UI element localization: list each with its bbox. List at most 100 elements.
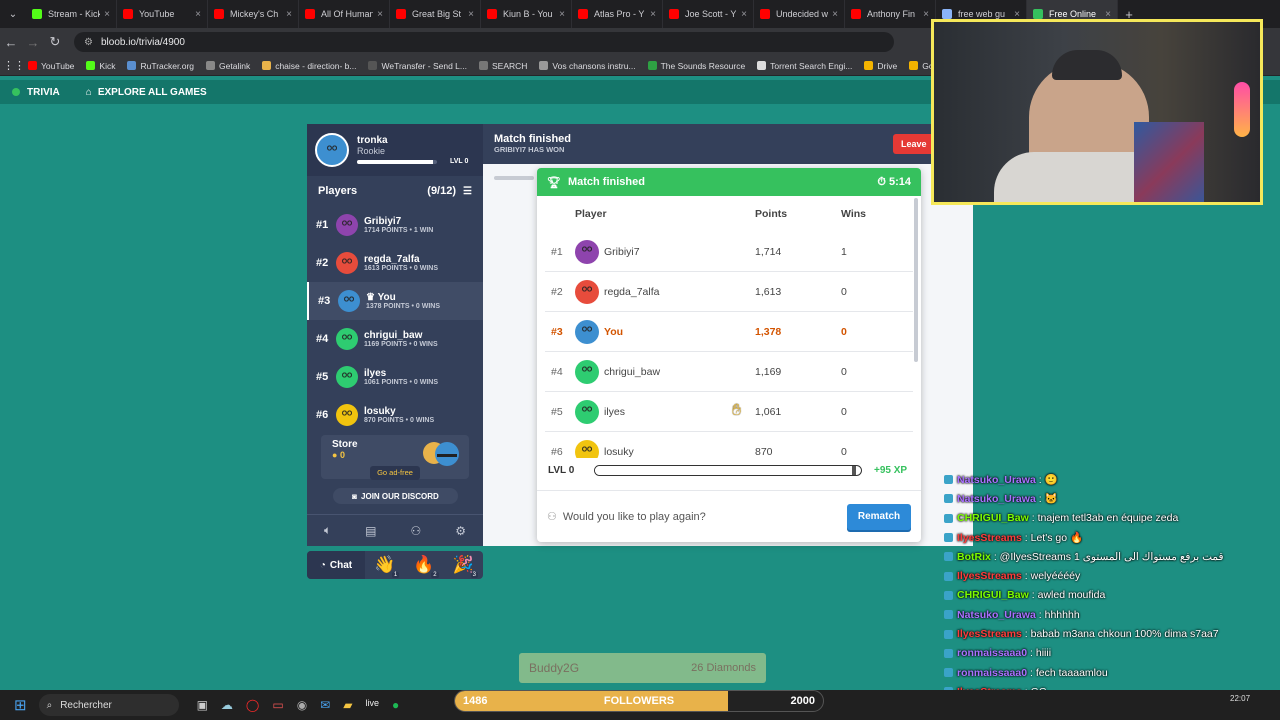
player-row[interactable]: #3 ᴼᴼ ♛ You 1378 POINTS • 0 WINS xyxy=(307,282,483,320)
player-row[interactable]: #1 ᴼᴼ Gribiyi7 1714 POINTS • 1 WIN xyxy=(307,206,483,244)
taskbar-search[interactable]: ⌕ Rechercher xyxy=(38,694,179,716)
tab-close-icon[interactable]: × xyxy=(1014,9,1020,20)
tab-close-icon[interactable]: × xyxy=(923,9,929,20)
table-row[interactable]: #6 ᴼᴼ losuky 870 0 xyxy=(545,432,913,458)
chat-username[interactable]: IlyesStreams xyxy=(957,532,1022,544)
rematch-button[interactable]: Rematch xyxy=(847,503,911,530)
tab-close-icon[interactable]: × xyxy=(195,9,201,20)
tab-7[interactable]: Joe Scott - Y × xyxy=(663,0,754,28)
users-icon[interactable]: ⚇ xyxy=(410,524,421,538)
chat-username[interactable]: Natsuko_Urawa xyxy=(957,609,1036,621)
tab-1[interactable]: YouTube × xyxy=(117,0,208,28)
chat-username[interactable]: Natsuko_Urawa xyxy=(957,493,1036,505)
tab-list-icon[interactable]: ⌄ xyxy=(0,9,26,20)
bookmark-8[interactable]: The Sounds Resource xyxy=(647,61,745,71)
chat-username[interactable]: IlyesStreams xyxy=(957,570,1022,582)
bookmark-2[interactable]: RuTracker.org xyxy=(127,61,194,71)
filter-icon[interactable]: ☰ xyxy=(463,186,472,197)
player-row[interactable]: #5 ᴼᴼ ilyes 1061 POINTS • 0 WINS xyxy=(307,358,483,396)
forward-icon[interactable]: → xyxy=(22,35,44,50)
tab-close-icon[interactable]: × xyxy=(559,9,565,20)
chat-username[interactable]: ronmaissaaa0 xyxy=(957,667,1027,679)
player-row[interactable]: #6 ᴼᴼ losuky 870 POINTS • 0 WINS xyxy=(307,396,483,434)
tab-close-icon[interactable]: × xyxy=(832,9,838,20)
tab-close-icon[interactable]: × xyxy=(741,9,747,20)
tab-close-icon[interactable]: × xyxy=(650,9,656,20)
address-bar[interactable]: ⚙ bloob.io/trivia/4900 xyxy=(74,32,894,52)
back-icon[interactable]: ← xyxy=(0,35,22,50)
discord-taskbar-icon[interactable]: ◉ xyxy=(297,698,307,712)
spotify-icon[interactable]: ● xyxy=(392,698,399,712)
table-row[interactable]: #1 ᴼᴼ Gribiyi7 1,714 1 xyxy=(545,232,913,272)
windows-start-icon[interactable]: ⊞ xyxy=(14,696,27,714)
tab-close-icon[interactable]: × xyxy=(104,9,110,20)
book-icon[interactable]: ▤ xyxy=(365,524,376,538)
folder-icon[interactable]: ▰ xyxy=(343,698,352,712)
match-finished-modal: 🏆︎ Match finished ⏱︎ 5:14 Player Points … xyxy=(537,168,921,542)
go-adfree-button[interactable]: Go ad-free xyxy=(370,466,420,480)
player-row[interactable]: #2 ᴼᴼ regda_7alfa 1613 POINTS • 0 WINS xyxy=(307,244,483,282)
bookmark-0[interactable]: YouTube xyxy=(28,61,74,71)
player-row[interactable]: #4 ᴼᴼ chrigui_baw 1169 POINTS • 0 WINS xyxy=(307,320,483,358)
emoji-reaction-2[interactable]: 🎉 3 xyxy=(453,555,478,578)
chat-username[interactable]: CHRIGUI_Baw xyxy=(957,512,1029,524)
tab-close-icon[interactable]: × xyxy=(1105,9,1111,20)
bookmark-4[interactable]: chaise - direction- b... xyxy=(262,61,356,71)
tab-close-icon[interactable]: × xyxy=(377,9,383,20)
donation-name: Buddy2G xyxy=(529,661,580,675)
xp-bar-fill xyxy=(595,465,856,475)
tab-3[interactable]: All Of Human × xyxy=(299,0,390,28)
modal-level: LVL 0 xyxy=(548,464,575,476)
table-row[interactable]: #3 ᴼᴼ You 1,378 0 xyxy=(545,312,913,352)
row-points: 1,714 xyxy=(755,245,782,258)
tab-close-icon[interactable]: × xyxy=(468,9,474,20)
reload-icon[interactable]: ↻ xyxy=(44,34,66,50)
mail-icon[interactable]: ✉ xyxy=(320,698,330,712)
tab-close-icon[interactable]: × xyxy=(286,9,292,20)
apps-grid-icon[interactable]: ⋮⋮ xyxy=(0,59,28,72)
tab-4[interactable]: Great Big St × xyxy=(390,0,481,28)
app-icon[interactable]: ▭ xyxy=(272,698,283,712)
game-subtitle: GRIBIYI7 HAS WON xyxy=(494,145,565,154)
tab-5[interactable]: Kiun B - You × xyxy=(481,0,572,28)
tab-2[interactable]: Mickey's Ch × xyxy=(208,0,299,28)
chat-username[interactable]: CHRIGUI_Baw xyxy=(957,589,1029,601)
play-again-prompt: Would you like to play again? xyxy=(562,510,706,523)
sound-icon[interactable]: 🔈︎ xyxy=(324,523,331,538)
tab-0[interactable]: Stream - Kick × xyxy=(26,0,117,28)
tab-9[interactable]: Anthony Fin × xyxy=(845,0,936,28)
explore-games-link[interactable]: EXPLORE ALL GAMES xyxy=(98,87,207,98)
weather-icon[interactable]: ☁ xyxy=(221,698,233,712)
bookmark-7[interactable]: Vos chansons instru... xyxy=(539,61,636,71)
bookmark-9[interactable]: Torrent Search Engi... xyxy=(757,61,852,71)
opera-icon[interactable]: ◯ xyxy=(246,698,259,712)
emoji-reaction-1[interactable]: 🔥 2 xyxy=(413,555,439,578)
settings-icon[interactable]: ⚙ xyxy=(455,524,466,538)
bookmark-5[interactable]: WeTransfer - Send L... xyxy=(368,61,467,71)
scrollbar[interactable] xyxy=(914,198,918,362)
task-view-icon[interactable]: ▣ xyxy=(197,698,208,712)
site-brand[interactable]: TRIVIA xyxy=(27,87,60,98)
chat-username[interactable]: IlyesStreams xyxy=(957,628,1022,640)
emoji-reaction-0[interactable]: 👋 1 xyxy=(374,555,400,578)
table-row[interactable]: #2 ᴼᴼ regda_7alfa 1,613 0 xyxy=(545,272,913,312)
site-info-icon[interactable]: ⚙ xyxy=(84,37,93,48)
chat-badge-icon xyxy=(944,648,953,658)
avatar[interactable]: ᴼᴼ xyxy=(315,133,349,167)
bookmark-1[interactable]: Kick xyxy=(86,61,115,71)
bookmark-6[interactable]: SEARCH xyxy=(478,61,527,71)
chat-username[interactable]: Natsuko_Urawa xyxy=(957,474,1036,486)
table-row[interactable]: #5 ᴼᴼ ilyes 1,061 0 xyxy=(545,392,913,432)
bookmark-10[interactable]: Drive xyxy=(864,61,897,71)
live-icon[interactable]: live xyxy=(365,698,379,712)
tab-6[interactable]: Atlas Pro - Y × xyxy=(572,0,663,28)
chat-button[interactable]: ◔ Chat xyxy=(307,551,365,579)
results-table-body[interactable]: #1 ᴼᴼ Gribiyi7 1,714 1 #2 ᴼᴼ regda_7alfa 1,613 0 #… xyxy=(537,232,921,458)
home-icon: ⌂ xyxy=(85,86,92,98)
bookmark-3[interactable]: Getalink xyxy=(206,61,250,71)
table-row[interactable]: #4 ᴼᴼ chrigui_baw 1,169 0 xyxy=(545,352,913,392)
chat-username[interactable]: BotRix xyxy=(957,551,991,563)
tab-8[interactable]: Undecided w × xyxy=(754,0,845,28)
chat-username[interactable]: ronmaissaaa0 xyxy=(957,647,1027,659)
discord-button[interactable]: ◙ JOIN OUR DISCORD xyxy=(333,488,458,504)
